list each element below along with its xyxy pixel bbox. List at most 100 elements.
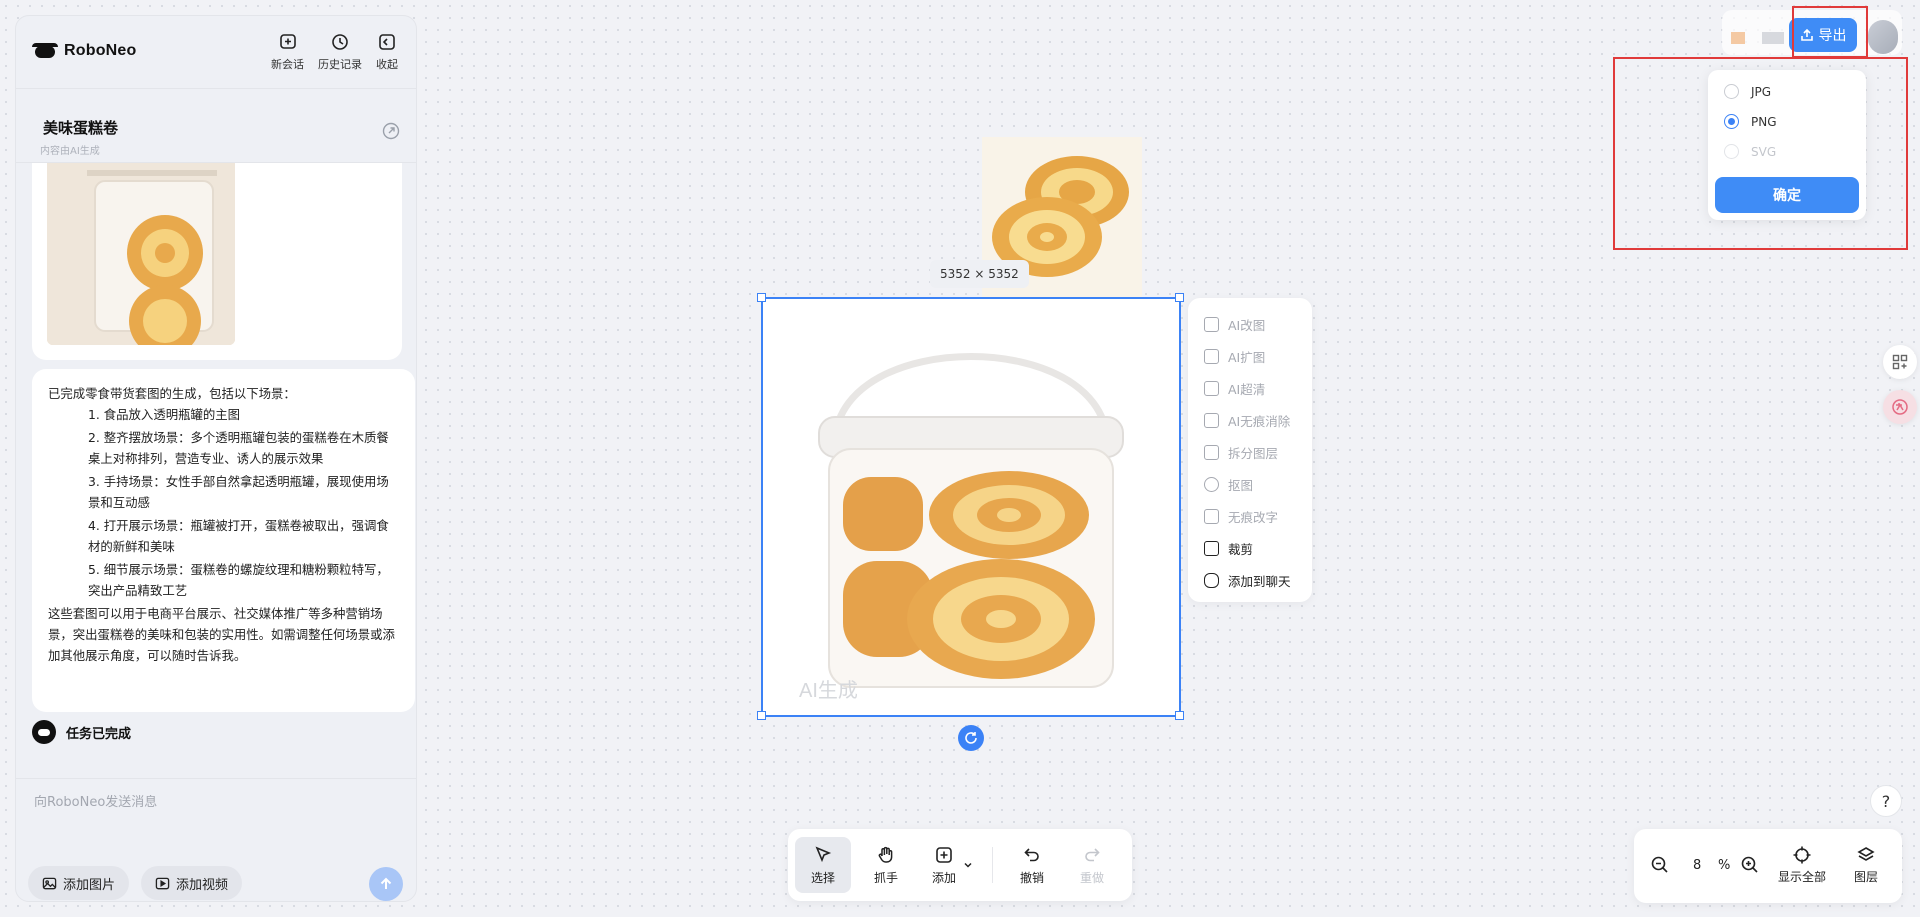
- thumbnail-image: [47, 163, 235, 345]
- tool-add-to-chat[interactable]: 添加到聊天: [1204, 564, 1312, 596]
- tool-label: AI无痕消除: [1228, 413, 1291, 429]
- logo-mark-icon: [32, 43, 58, 59]
- tool-ai-erase[interactable]: AI无痕消除: [1204, 404, 1312, 436]
- history-button[interactable]: 历史记录: [318, 32, 362, 72]
- fit-all-label: 显示全部: [1778, 870, 1827, 884]
- crosshair-icon: [1793, 846, 1811, 864]
- resize-handle-top-left[interactable]: [757, 293, 766, 302]
- zoom-out-icon: [1651, 856, 1668, 873]
- zoom-in-icon: [1741, 856, 1758, 873]
- chat-panel: RoboNeo 新会话 历史记录 收起 美味蛋糕卷 内容由AI生成 已完成零食带…: [15, 15, 417, 902]
- tool-label: AI超清: [1228, 381, 1266, 397]
- translate-icon: [1892, 399, 1908, 415]
- cutout-icon: [1204, 476, 1219, 492]
- zoom-controls: 8 % 显示全部 图层: [1634, 829, 1902, 903]
- share-icon[interactable]: [382, 122, 400, 140]
- add-icon: [936, 846, 952, 863]
- ai-edit-icon: [1204, 316, 1219, 332]
- layers-label: 图层: [1854, 870, 1879, 884]
- send-button[interactable]: [369, 867, 403, 901]
- layers-icon: [1857, 847, 1875, 861]
- tool-crop[interactable]: 裁剪: [1204, 532, 1312, 564]
- zoom-out-button[interactable]: [1650, 855, 1670, 875]
- apps-button[interactable]: [1883, 345, 1917, 379]
- canvas-watermark: AI生成: [799, 679, 858, 702]
- arrow-up-icon: [380, 877, 392, 889]
- rotate-icon: [965, 732, 977, 744]
- add-image-button[interactable]: 添加图片: [28, 866, 130, 900]
- tool-split-layers[interactable]: 拆分图层: [1204, 436, 1312, 468]
- collapse-button[interactable]: 收起: [376, 32, 398, 72]
- new-chat-label: 新会话: [271, 58, 304, 71]
- task-status: 任务已完成: [32, 720, 131, 744]
- select-cursor-icon: [815, 846, 832, 862]
- logo: RoboNeo: [32, 42, 137, 60]
- conversation-subtitle: 内容由AI生成: [40, 146, 100, 157]
- highlight-box-dropdown: [1613, 57, 1908, 250]
- tool-ai-edit[interactable]: AI改图: [1204, 308, 1312, 340]
- help-button[interactable]: ?: [1870, 785, 1902, 817]
- message-intro: 已完成零食带货套图的生成，包括以下场景：: [48, 386, 296, 401]
- history-label: 历史记录: [318, 58, 362, 71]
- add-video-label: 添加视频: [176, 877, 229, 893]
- tool-label: 重做: [1079, 870, 1104, 885]
- zoom-value[interactable]: 8: [1693, 858, 1701, 873]
- tool-cutout[interactable]: 抠图: [1204, 468, 1312, 500]
- assistant-avatar-icon: [32, 720, 56, 744]
- task-status-text: 任务已完成: [66, 726, 132, 742]
- resize-handle-bottom-left[interactable]: [757, 711, 766, 720]
- layers-button[interactable]: 图层: [1854, 845, 1878, 885]
- select-tool-button[interactable]: 选择: [795, 837, 851, 893]
- resize-handle-bottom-right[interactable]: [1175, 711, 1184, 720]
- tool-label: 添加到聊天: [1228, 573, 1291, 589]
- cake-roll-jar-image: AI生成: [763, 299, 1179, 715]
- chevron-down-icon[interactable]: [962, 859, 974, 871]
- message-list: 1. 食品放入透明瓶罐的主图 2. 整齐摆放场景：多个透明瓶罐包装的蛋糕卷在木质…: [48, 404, 399, 601]
- tool-label: 拆分图层: [1228, 445, 1279, 461]
- new-chat-button[interactable]: 新会话: [271, 32, 304, 72]
- canvas-image-selected[interactable]: AI生成: [761, 297, 1181, 717]
- panel-header: RoboNeo 新会话 历史记录 收起: [16, 16, 416, 88]
- tool-ai-expand[interactable]: AI扩图: [1204, 340, 1312, 372]
- composer: 添加图片 添加视频: [16, 778, 416, 901]
- list-item: 3. 手持场景：女性手部自然拿起透明瓶罐，展现使用场景和互动感: [88, 474, 389, 510]
- zoom-in-button[interactable]: [1740, 855, 1760, 875]
- swatch-icon: [1731, 32, 1745, 44]
- hd-icon: [1204, 380, 1219, 396]
- rotate-button[interactable]: [958, 725, 984, 751]
- list-item: 1. 食品放入透明瓶罐的主图: [88, 407, 241, 422]
- conversation-title-bar: 美味蛋糕卷 内容由AI生成: [16, 88, 416, 163]
- tool-label: 撤销: [1019, 870, 1044, 885]
- history-icon: [332, 34, 348, 50]
- swatch-icon: [1762, 32, 1784, 44]
- generated-thumbnail[interactable]: [47, 163, 235, 345]
- tool-label: AI扩图: [1228, 349, 1266, 365]
- hand-tool-button[interactable]: 抓手: [858, 837, 914, 893]
- collapse-icon: [379, 34, 395, 50]
- image-icon: [42, 877, 57, 889]
- image-size-label: 5352 × 5352: [930, 260, 1029, 288]
- tool-edit-text[interactable]: 无痕改字: [1204, 500, 1312, 532]
- zoom-unit: %: [1718, 858, 1731, 873]
- fit-all-button[interactable]: 显示全部: [1778, 845, 1826, 885]
- resize-handle-top-right[interactable]: [1175, 293, 1184, 302]
- undo-button[interactable]: 撤销: [1004, 837, 1060, 893]
- list-item: 2. 整齐摆放场景：多个透明瓶罐包装的蛋糕卷在木质餐桌上对称排列，营造专业、诱人…: [88, 430, 389, 466]
- redo-button[interactable]: 重做: [1064, 837, 1120, 893]
- tool-label: 选择: [810, 870, 835, 885]
- message-input[interactable]: [34, 795, 394, 810]
- user-avatar[interactable]: [1868, 20, 1898, 54]
- tool-label: 无痕改字: [1228, 509, 1279, 525]
- tool-label: 抓手: [873, 870, 898, 885]
- video-icon: [155, 877, 170, 889]
- translate-button[interactable]: [1883, 390, 1917, 424]
- tool-label: 添加: [931, 870, 956, 885]
- tool-ai-upscale[interactable]: AI超清: [1204, 372, 1312, 404]
- eraser-icon: [1204, 412, 1219, 428]
- chat-bubble-icon: [1204, 572, 1219, 588]
- undo-icon: [1024, 847, 1039, 861]
- collapse-label: 收起: [376, 58, 398, 71]
- tool-label: 抠图: [1228, 477, 1254, 493]
- add-video-button[interactable]: 添加视频: [141, 866, 243, 900]
- tool-label: AI改图: [1228, 317, 1266, 333]
